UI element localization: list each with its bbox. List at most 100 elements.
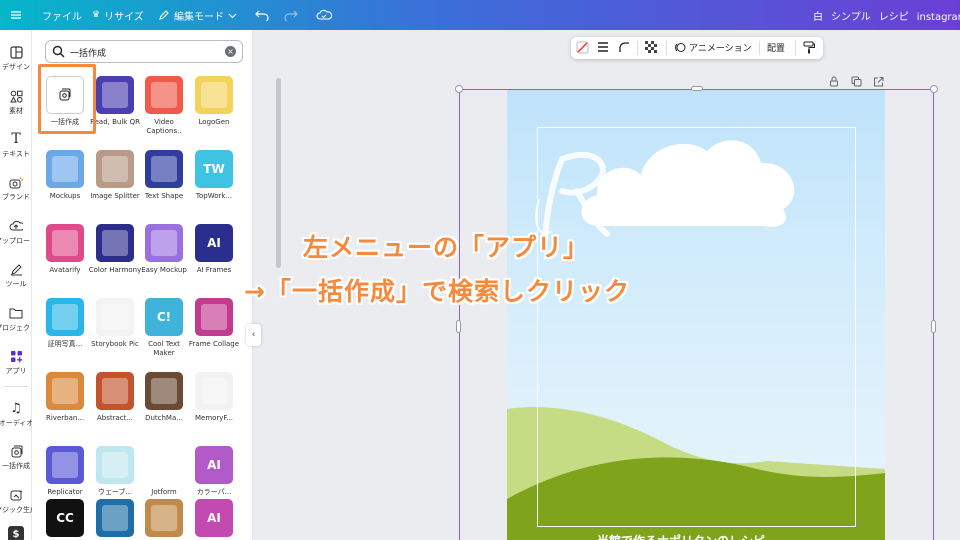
panel-scrollbar[interactable] (276, 78, 281, 268)
app-icon-text: AI (207, 458, 221, 472)
app-item[interactable]: Jotform (137, 446, 191, 497)
app-item[interactable]: C! Cool Text Maker (137, 298, 191, 358)
resize-handle[interactable] (931, 320, 936, 333)
app-item[interactable] (88, 499, 142, 540)
layout-icon (8, 44, 24, 60)
app-name: Replicator (47, 488, 83, 496)
title-part-4: instagram投稿 (916, 11, 960, 23)
folder-icon (8, 305, 24, 321)
app-name: Easy Mockup (141, 266, 187, 274)
app-item[interactable]: AI カラーパ... (187, 446, 241, 497)
redo-button[interactable] (284, 0, 298, 30)
rail-item-brand[interactable]: ブランド (0, 174, 32, 202)
app-item[interactable] (137, 499, 191, 540)
app-name: Jotform (151, 488, 177, 496)
app-item[interactable]: Read, Bulk QR (88, 76, 142, 127)
app-name: MemoryF... (194, 414, 234, 422)
resize-button[interactable]: ♛ リサイズ (92, 0, 144, 30)
app-item[interactable]: Avatarify (38, 224, 92, 275)
app-item[interactable]: CC (38, 499, 92, 540)
transparency-button[interactable] (645, 41, 657, 53)
resize-handle[interactable] (930, 85, 938, 93)
apps-panel: 一括作成 × 一括作成 Read, Bulk QR Video Captions..… (32, 30, 281, 540)
rail-item-bulk-create[interactable]: 一括作成 (0, 443, 32, 471)
rail-item-upload[interactable]: アップロード (0, 218, 37, 246)
app-name: Cool Text Maker (148, 340, 180, 357)
undo-button[interactable] (255, 0, 269, 30)
rail-item-magic[interactable]: マジック生成 (0, 487, 37, 515)
rail-item-design[interactable]: デザイン (0, 44, 32, 72)
no-color-icon (576, 41, 589, 54)
position-button[interactable]: 配置 (767, 41, 785, 54)
rail-item-elements[interactable]: 素材 (0, 88, 32, 116)
app-icon (46, 372, 84, 410)
rail-item-audio[interactable]: ♫ オーディオ (0, 400, 33, 428)
resize-handle[interactable] (691, 86, 703, 91)
app-item[interactable]: ウェーブ... (88, 446, 142, 497)
clear-search-icon[interactable]: × (225, 46, 236, 57)
app-item[interactable]: Replicator (38, 446, 92, 497)
animation-label: アニメーション (689, 44, 752, 54)
app-icon: AI (195, 446, 233, 484)
cloud-save-button[interactable] (316, 0, 332, 30)
rail-item-more[interactable]: $ (0, 526, 32, 540)
app-icon (195, 298, 233, 336)
animation-button[interactable]: アニメーション (675, 41, 752, 54)
app-name: Image Splitter (90, 192, 140, 200)
search-input[interactable]: 一括作成 × (45, 40, 243, 63)
app-item[interactable]: Text Shape (137, 150, 191, 201)
color-picker-button[interactable] (576, 41, 589, 54)
app-name: Abstract... (96, 414, 134, 422)
search-icon (52, 45, 65, 58)
resize-handle[interactable] (455, 85, 463, 93)
app-icon (145, 446, 183, 484)
app-item[interactable]: Easy Mockup (137, 224, 191, 275)
app-item[interactable]: AI (187, 499, 241, 540)
edit-mode-button[interactable]: 編集モード (158, 0, 237, 30)
app-icon: TW (195, 150, 233, 188)
rail-item-text[interactable]: T テキスト (0, 131, 32, 159)
app-item[interactable]: MemoryF... (187, 372, 241, 423)
app-item[interactable]: Abstract... (88, 372, 142, 423)
app-item[interactable]: Image Splitter (88, 150, 142, 201)
app-item[interactable]: Mockups (38, 150, 92, 201)
app-icon (145, 372, 183, 410)
app-name: ウェーブ... (97, 488, 133, 496)
app-icon (96, 224, 134, 262)
app-icon-text: AI (207, 511, 221, 525)
rail-item-label: テキスト (2, 150, 30, 158)
app-item[interactable]: Riverban... (38, 372, 92, 423)
rail-item-label: 素材 (9, 107, 23, 115)
rail-item-tools[interactable]: ツール (0, 261, 32, 289)
corner-radius-button[interactable] (618, 41, 630, 53)
app-icon (195, 372, 233, 410)
rail-item-projects[interactable]: プロジェクト (0, 305, 37, 333)
app-name: 証明写真... (47, 340, 83, 348)
app-item[interactable]: LogoGen (187, 76, 241, 127)
app-icon (145, 150, 183, 188)
animation-icon (675, 43, 686, 52)
annotation-line-2: →「一括作成」で検索しクリック (244, 277, 630, 306)
border-style-button[interactable] (597, 41, 609, 53)
app-name: カラーパ... (196, 488, 232, 496)
rail-item-apps[interactable]: アプリ (0, 348, 32, 376)
redo-icon (284, 10, 298, 21)
app-icon: C! (145, 298, 183, 336)
app-item[interactable]: Video Captions.. (137, 76, 191, 136)
app-name: AI Frames (196, 266, 232, 274)
app-item[interactable]: TW TopWork... (187, 150, 241, 201)
app-item[interactable]: 証明写真... (38, 298, 92, 349)
menu-icon[interactable] (10, 0, 22, 30)
app-name: Text Shape (144, 192, 184, 200)
toolbar-divider (795, 41, 796, 55)
app-item[interactable]: Frame Collage (187, 298, 241, 349)
copy-style-button[interactable] (803, 41, 815, 54)
design-title[interactable]: 白 シンプル レシピ instagram投稿 (813, 0, 960, 30)
file-menu-button[interactable]: ファイル (42, 0, 82, 30)
app-item[interactable]: AI AI Frames (187, 224, 241, 275)
app-item[interactable]: Color Harmony (88, 224, 142, 275)
collapse-panel-button[interactable]: ‹ (246, 324, 261, 346)
resize-handle[interactable] (456, 320, 461, 333)
app-item[interactable]: DutchMa... (137, 372, 191, 423)
app-item[interactable]: Storybook Pic (88, 298, 142, 349)
